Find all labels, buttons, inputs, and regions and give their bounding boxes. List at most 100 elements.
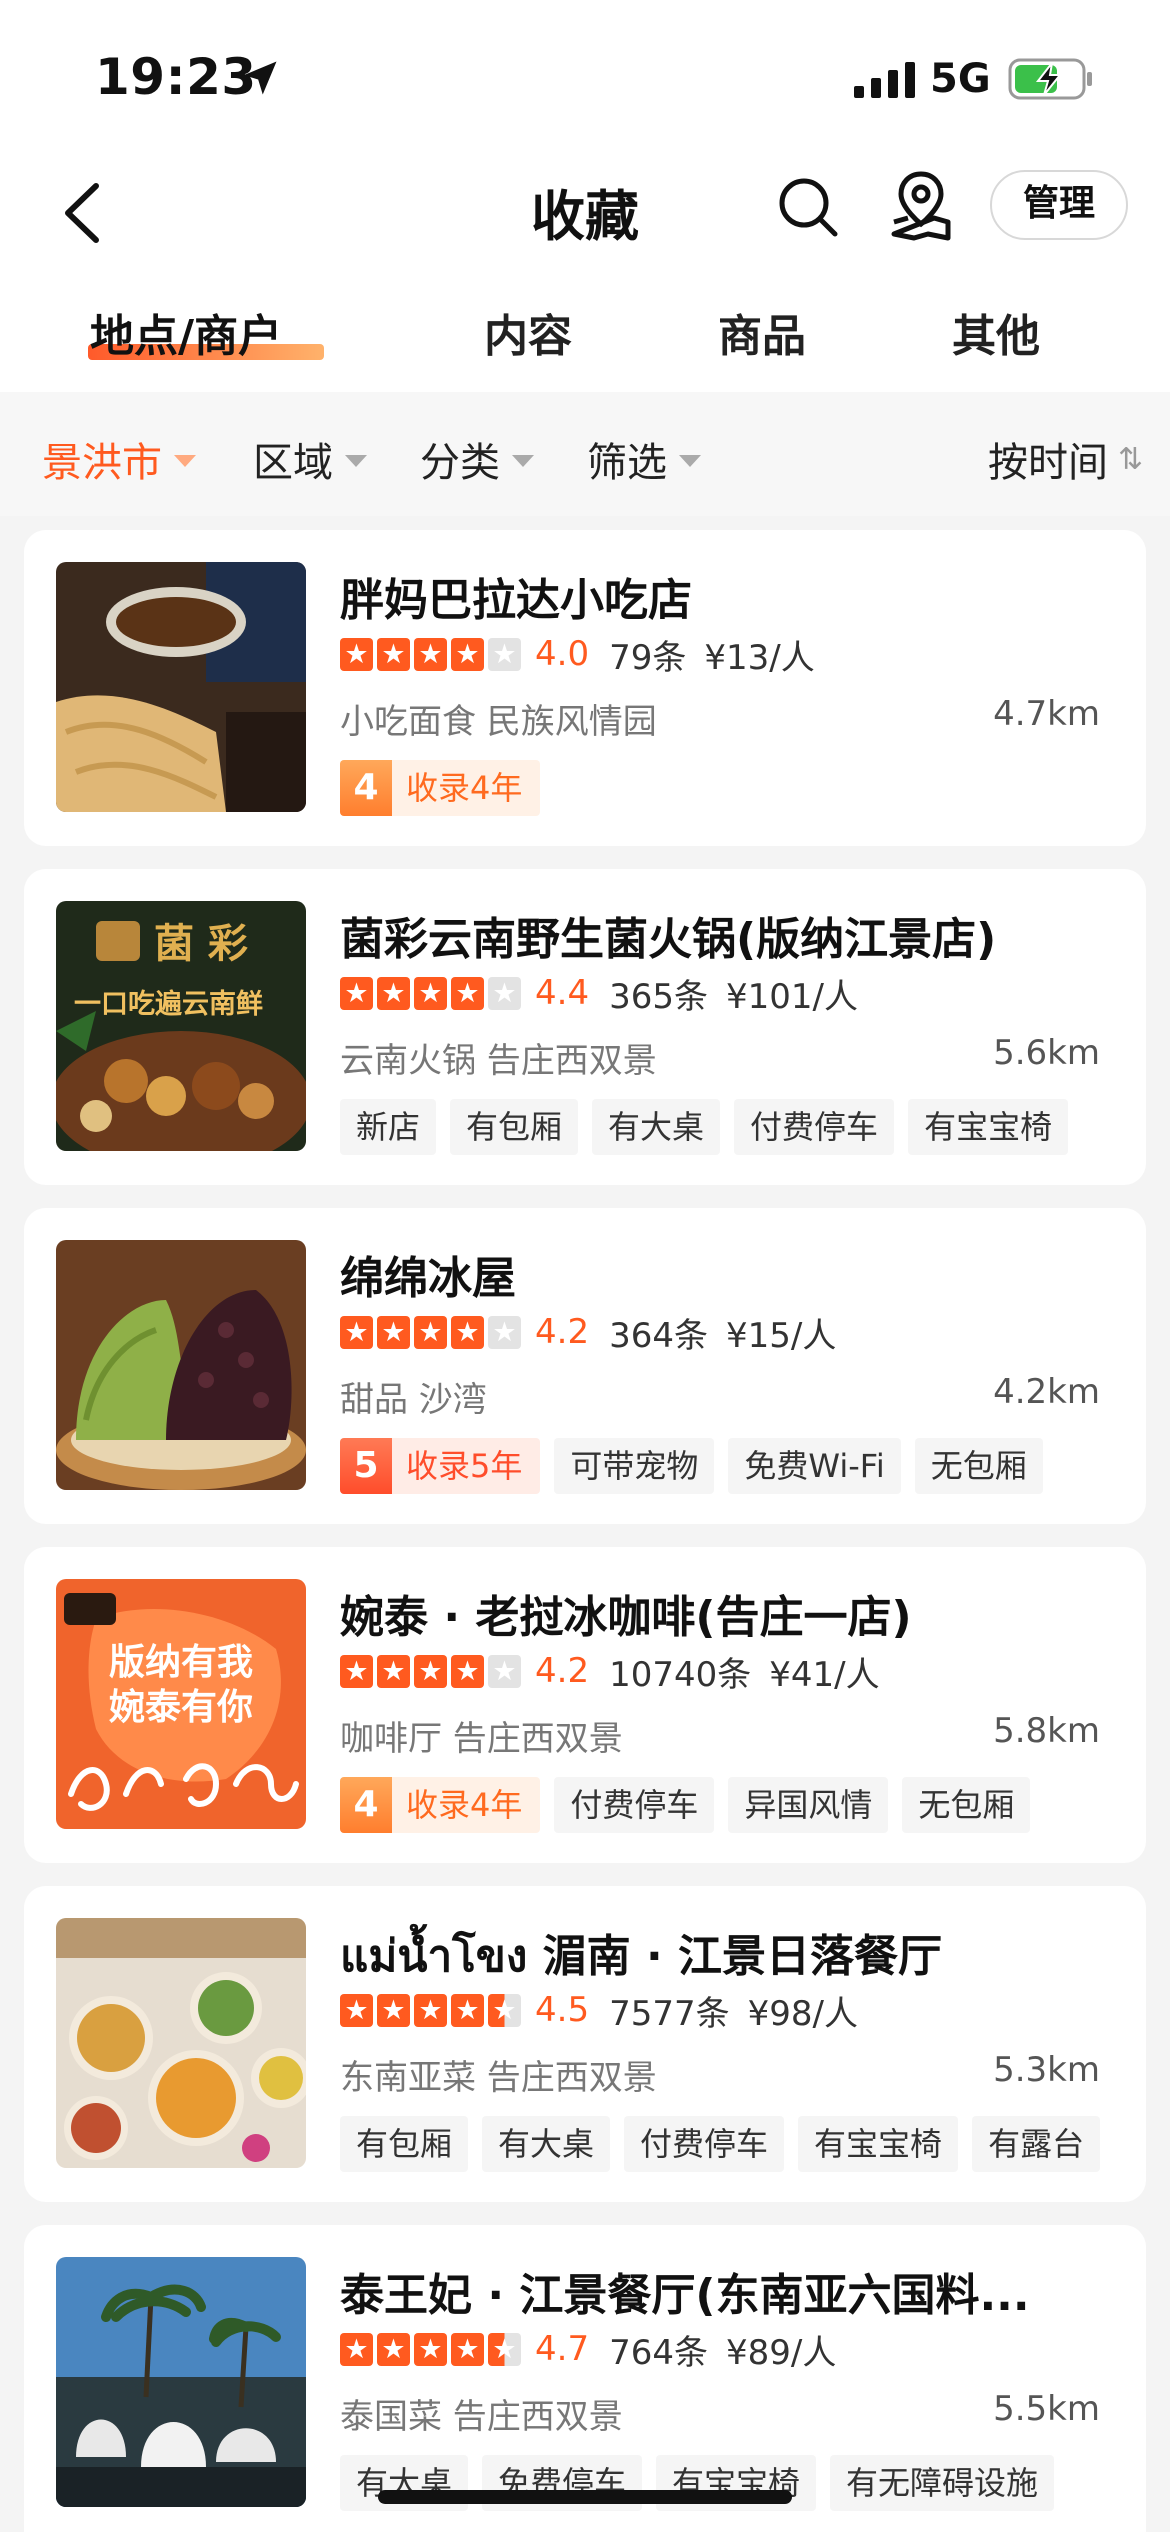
tag: 有大桌 [592,1099,721,1155]
star-rating [340,1993,521,2027]
chevron-down-icon [679,455,701,467]
status-bar: 19:23 5G [0,0,1170,150]
tag-list: 4 收录4年 付费停车 异国风情 无包厢 [340,1777,1031,1833]
filter-category[interactable]: 分类 [420,430,534,488]
avg-price: ¥15/人 [725,1315,837,1356]
list-item[interactable]: 胖妈巴拉达小吃店 4.0 79条 ¥13/人 小吃面食 民族风情园 4.7km … [24,530,1146,846]
photo-text-line1: 版纳有我 [109,1642,253,1683]
manage-button[interactable]: 管理 [990,170,1128,240]
avg-price: ¥41/人 [769,1654,880,1695]
avg-price: ¥89/人 [725,2332,837,2373]
star-icon [340,976,373,1010]
list-item[interactable]: 绵绵冰屋 4.2 364条 ¥15/人 甜品 沙湾 4.2km 5收录5年 可带… [24,1208,1146,1524]
tag: 付费停车 [554,1777,715,1833]
list-item[interactable]: 菌 彩 一口吃遍云南鲜 菌彩云南野生菌火锅(版纳江景店) 4.4 365条 ¥1… [24,869,1146,1185]
star-icon [414,1315,447,1349]
star-icon [340,2332,373,2366]
star-icon [377,1993,410,2027]
star-icon [414,637,447,671]
shop-name: 绵绵冰屋 [340,1253,516,1304]
tag-list: 有包厢 有大桌 付费停车 有宝宝椅 有露台 [340,2116,1101,2172]
photo-slogan-text: 一口吃遍云南鲜 [74,989,263,1020]
shop-name: 胖妈巴拉达小吃店 [340,575,692,626]
filter-screen[interactable]: 筛选 [587,430,701,488]
star-icon [451,2332,484,2366]
list-item[interactable]: 版纳有我 婉泰有你 婉泰 · 老挝冰咖啡(告庄一店) 4.2 10740条 ¥4… [24,1547,1146,1863]
rating-row: 4.4 365条 ¥101/人 [340,973,858,1017]
distance: 5.3km [993,2050,1100,2090]
review-count: 79条 [609,637,687,678]
record-badge: 4 收录4年 [340,760,541,816]
rating-score: 4.4 [535,973,590,1013]
rating-row: 4.2 364条 ¥15/人 [340,1312,836,1356]
tab-bar: 地点/商户 内容 商品 其他 [0,290,1170,380]
tag: 新店 [340,1099,437,1155]
status-time: 19:23 [95,48,257,106]
list-item[interactable]: 泰王妃 · 江景餐厅(东南亚六国料... 4.7 764条 ¥89/人 泰国菜 … [24,2225,1146,2532]
tag: 有宝宝椅 [798,2116,959,2172]
filter-city[interactable]: 景洪市 [42,430,196,488]
star-icon [340,1993,373,2027]
star-icon [340,637,373,671]
tab-places[interactable]: 地点/商户 [90,300,282,364]
tag-list: 新店 有包厢 有大桌 付费停车 有宝宝椅 [340,1099,1069,1155]
tag: 异国风情 [728,1777,889,1833]
avg-price: ¥13/人 [704,637,815,678]
star-icon [451,976,484,1010]
category-area: 甜品 沙湾 [340,1380,487,1420]
chevron-down-icon [512,455,534,467]
record-badge: 5 收录5年 [340,1438,541,1494]
star-icon [340,1654,373,1688]
list-item[interactable]: แม่น้ำโขง 湄南 · 江景日落餐厅 4.5 7577条 ¥98/人 东南… [24,1886,1146,2202]
star-rating [340,637,521,671]
home-indicator[interactable] [378,2490,792,2504]
chevron-down-icon [345,455,367,467]
rating-score: 4.5 [535,1990,590,2030]
star-icon [451,1654,484,1688]
sort-by-time[interactable]: 按时间 ⇅ [988,430,1143,488]
rating-score: 4.7 [535,2329,590,2369]
review-count: 7577条 [609,1993,730,2034]
shop-photo [56,562,306,812]
review-count: 764条 [609,2332,708,2373]
rating-row: 4.0 79条 ¥13/人 [340,634,815,678]
map-pin-icon[interactable] [888,168,954,244]
star-rating [340,976,521,1010]
filter-area[interactable]: 区域 [253,430,367,488]
shop-name: 泰王妃 · 江景餐厅(东南亚六国料... [340,2270,1030,2321]
filter-bar: 景洪市 区域 分类 筛选 按时间 ⇅ [0,392,1170,516]
rating-score: 4.2 [535,1651,590,1691]
star-rating [340,1654,521,1688]
distance: 5.6km [993,1033,1100,1073]
battery-charging-icon [1008,58,1092,100]
star-icon [488,637,521,671]
signal-icon [854,62,915,98]
tab-goods[interactable]: 商品 [718,300,806,364]
tag-list: 5 收录5年 可带宠物 免费Wi-Fi 无包厢 [340,1438,1043,1494]
distance: 4.2km [993,1372,1100,1412]
header: 19:23 5G 收藏 管理 地点/商户 内容 商品 其他 [0,0,1170,392]
tab-content[interactable]: 内容 [484,300,572,364]
star-icon [451,1315,484,1349]
star-icon [414,1654,447,1688]
photo-text-line2: 婉泰有你 [109,1687,253,1728]
star-icon [488,2332,521,2366]
star-icon [414,976,447,1010]
tag: 有无障碍设施 [830,2455,1055,2511]
sort-icon: ⇅ [1118,441,1144,477]
distance: 4.7km [993,694,1100,734]
search-icon[interactable] [775,174,841,240]
rating-row: 4.5 7577条 ¥98/人 [340,1990,858,2034]
chevron-down-icon [174,455,196,467]
star-rating [340,2332,521,2366]
avg-price: ¥98/人 [747,1993,858,2034]
tab-other[interactable]: 其他 [952,300,1040,364]
tag: 付费停车 [734,1099,895,1155]
shop-photo: 版纳有我 婉泰有你 [56,1579,306,1829]
tag: 付费停车 [624,2116,785,2172]
star-icon [377,976,410,1010]
star-icon [377,1315,410,1349]
nav-bar: 收藏 管理 [0,160,1170,260]
tag: 有大桌 [482,2116,611,2172]
rating-row: 4.7 764条 ¥89/人 [340,2329,836,2373]
